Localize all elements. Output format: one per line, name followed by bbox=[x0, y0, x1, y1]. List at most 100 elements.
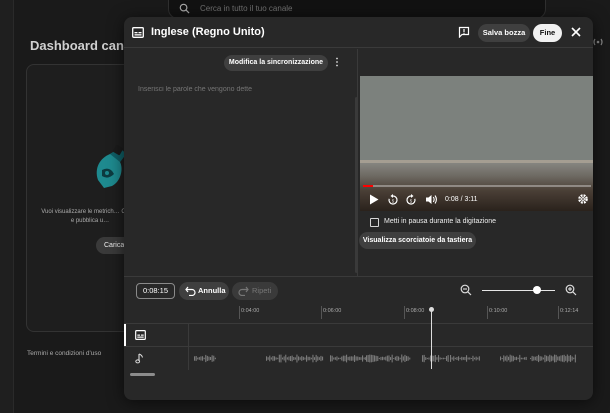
waveform-bar bbox=[464, 357, 466, 361]
waveform-bar bbox=[504, 356, 506, 361]
waveform-bar bbox=[330, 355, 332, 362]
waveform-bar bbox=[477, 357, 479, 360]
waveform-bar bbox=[453, 356, 455, 361]
text-scrollbar[interactable] bbox=[355, 97, 358, 273]
waveform-bar bbox=[469, 357, 471, 360]
waveform-bar bbox=[444, 357, 446, 359]
waveform-bar bbox=[282, 357, 284, 360]
subtitle-track[interactable] bbox=[124, 323, 593, 347]
waveform-bar bbox=[409, 357, 411, 360]
ruler-tick bbox=[558, 306, 559, 319]
player-controls: 5 5 0:08 / 3:11 bbox=[360, 190, 593, 211]
waveform-bar bbox=[531, 355, 533, 362]
waveform-bar bbox=[558, 356, 560, 361]
waveform-bar bbox=[522, 357, 524, 360]
waveform-bar bbox=[370, 354, 372, 363]
current-timecode[interactable]: 0:08:15 bbox=[136, 283, 175, 299]
audio-track[interactable] bbox=[124, 346, 593, 370]
pause-while-typing-row[interactable]: Metti in pausa durante la digitazione bbox=[370, 217, 570, 229]
zoom-in-icon[interactable] bbox=[565, 284, 577, 296]
more-options-icon[interactable] bbox=[334, 57, 340, 67]
waveform-bar bbox=[213, 355, 215, 362]
close-icon[interactable] bbox=[571, 27, 581, 37]
waveform-bar bbox=[347, 356, 349, 361]
waveform-bar bbox=[278, 354, 280, 363]
forward-5s-icon[interactable]: 5 bbox=[405, 194, 417, 206]
waveform-bar bbox=[354, 355, 356, 362]
video-progress-bar[interactable] bbox=[363, 185, 591, 187]
playhead[interactable] bbox=[431, 309, 432, 369]
done-button[interactable]: Fine bbox=[533, 24, 562, 42]
waveform-bar bbox=[467, 357, 469, 360]
waveform-bar bbox=[267, 357, 269, 360]
redo-button[interactable]: Ripeti bbox=[232, 282, 278, 300]
waveform-bar bbox=[555, 354, 557, 363]
live-icon[interactable] bbox=[592, 36, 604, 48]
waveform-bar bbox=[404, 354, 406, 362]
waveform-bar bbox=[563, 354, 565, 363]
waveform-bar bbox=[516, 356, 518, 361]
waveform-bar bbox=[206, 355, 208, 361]
waveform-bar bbox=[508, 356, 510, 361]
video-player[interactable]: 5 5 0:08 / 3:11 bbox=[360, 76, 593, 211]
rewind-5s-icon[interactable]: 5 bbox=[387, 194, 399, 206]
waveform-bar bbox=[475, 356, 477, 361]
waveform-bar bbox=[317, 356, 319, 361]
waveform-bar bbox=[552, 356, 554, 361]
waveform-bar bbox=[378, 357, 380, 360]
waveform-bar bbox=[456, 357, 458, 360]
waveform-bar bbox=[428, 357, 430, 360]
waveform-bar bbox=[307, 356, 309, 361]
waveform-bar bbox=[402, 356, 404, 361]
waveform-bar bbox=[336, 356, 338, 361]
waveform-bar bbox=[349, 356, 351, 361]
pause-while-typing-checkbox[interactable] bbox=[370, 218, 379, 227]
waveform-bar bbox=[500, 356, 502, 361]
feedback-icon[interactable] bbox=[458, 26, 470, 38]
subtitle-track-header bbox=[124, 324, 189, 347]
waveform-bar bbox=[270, 357, 272, 360]
timeline-scrollbar[interactable] bbox=[130, 373, 155, 376]
ruler-tick bbox=[487, 306, 488, 319]
waveform-bar bbox=[194, 356, 196, 361]
undo-button[interactable]: Annulla bbox=[179, 282, 229, 300]
waveform-bar bbox=[302, 356, 304, 361]
waveform-bar bbox=[266, 356, 268, 361]
waveform-bar bbox=[306, 355, 308, 362]
save-draft-button[interactable]: Salva bozza bbox=[478, 24, 530, 42]
caption-text-input[interactable] bbox=[138, 86, 338, 93]
waveform-bar bbox=[386, 355, 388, 362]
waveform-bar bbox=[275, 357, 277, 360]
ruler-tick bbox=[404, 306, 405, 319]
timeline-ruler[interactable]: 0:04:00 0:06:00 0:08:00 0:10:00 0:12:14 bbox=[124, 306, 593, 323]
waveform-bar bbox=[357, 356, 359, 361]
caption-text-pane: Modifica la sincronizzazione bbox=[124, 49, 358, 276]
waveform-bar bbox=[358, 357, 360, 360]
play-icon[interactable] bbox=[369, 194, 379, 205]
zoom-slider-thumb[interactable] bbox=[532, 286, 541, 294]
waveform-bar bbox=[301, 356, 303, 361]
zoom-slider[interactable] bbox=[482, 290, 555, 291]
waveform-bar bbox=[434, 355, 436, 363]
waveform-bar bbox=[360, 357, 362, 360]
waveform-bar bbox=[210, 357, 212, 360]
waveform-bar bbox=[304, 357, 306, 360]
waveform-bar bbox=[541, 356, 543, 361]
waveform-bar bbox=[501, 358, 503, 360]
waveform-bar bbox=[285, 354, 287, 363]
terms-link[interactable]: Termini e condizioni d'uso bbox=[27, 350, 101, 357]
edit-timing-button[interactable]: Modifica la sincronizzazione bbox=[224, 55, 328, 71]
volume-icon[interactable] bbox=[425, 194, 438, 205]
waveform-bar bbox=[441, 357, 443, 360]
keyboard-shortcuts-button[interactable]: Visualizza scorciatoie da tastiera bbox=[359, 232, 476, 249]
settings-gear-icon[interactable] bbox=[577, 193, 589, 205]
waveform-bar bbox=[520, 357, 522, 360]
waveform-bar bbox=[422, 355, 424, 362]
waveform-bar bbox=[205, 354, 207, 363]
waveform-bar bbox=[280, 354, 282, 363]
zoom-out-icon[interactable] bbox=[460, 284, 472, 296]
waveform-bar bbox=[517, 357, 519, 360]
waveform-bar bbox=[294, 357, 296, 360]
video-preview-pane: 5 5 0:08 / 3:11 Metti in pausa durante l… bbox=[359, 49, 593, 276]
waveform-bar bbox=[346, 354, 348, 363]
